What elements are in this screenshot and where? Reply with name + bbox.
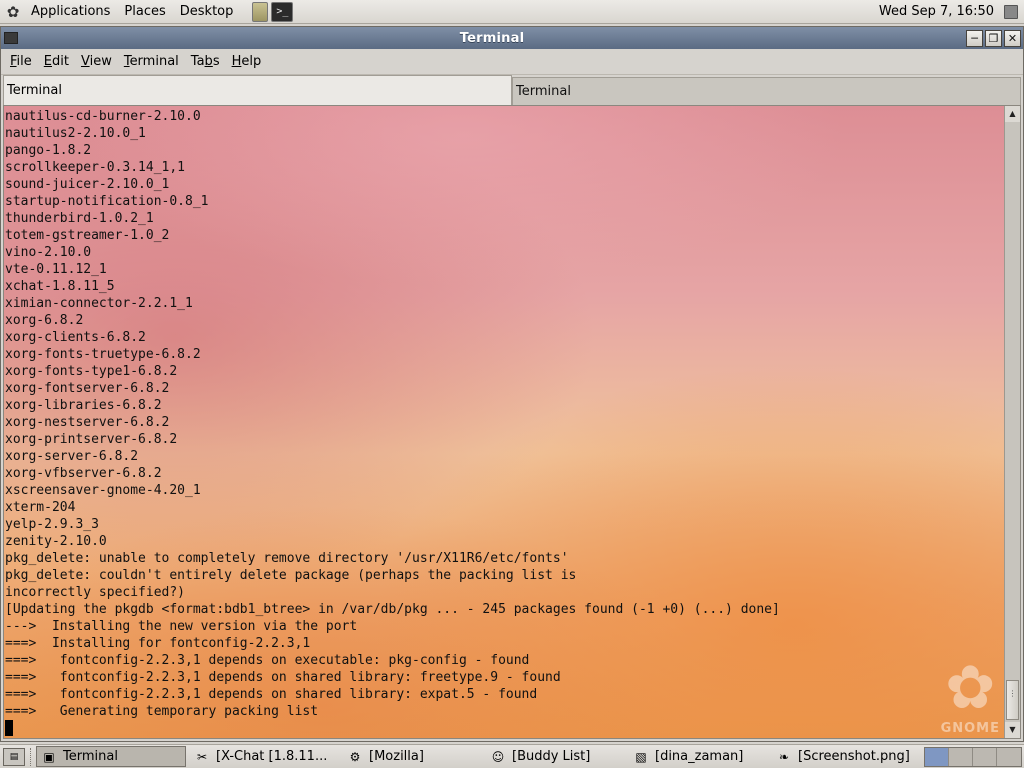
terminal-line: startup-notification-0.8_1 xyxy=(5,194,209,209)
terminal-line: vino-2.10.0 xyxy=(5,245,92,260)
taskbar-button-label: [Mozilla] xyxy=(369,749,424,764)
scroll-up-arrow-icon[interactable]: ▲ xyxy=(1005,106,1020,122)
tray-icon[interactable] xyxy=(1004,4,1018,19)
terminal-line: xorg-libraries-6.8.2 xyxy=(5,398,162,413)
terminal-line: xorg-clients-6.8.2 xyxy=(5,330,146,345)
notes-launcher-icon[interactable] xyxy=(252,1,269,22)
terminal-line: nautilus-cd-burner-2.10.0 xyxy=(5,109,201,124)
terminal-container: nautilus-cd-burner-2.10.0 nautilus2-2.10.… xyxy=(3,105,1021,739)
terminal-line: xorg-vfbserver-6.8.2 xyxy=(5,466,162,481)
terminal-line: xorg-nestserver-6.8.2 xyxy=(5,415,170,430)
terminal-output[interactable]: nautilus-cd-burner-2.10.0 nautilus2-2.10.… xyxy=(4,106,1004,738)
image-viewer-icon: ▧ xyxy=(635,749,647,764)
show-desktop-icon[interactable]: ▤ xyxy=(3,747,25,766)
taskbar-button-label: [Screenshot.png] xyxy=(798,749,910,764)
scroll-thumb[interactable]: ⋮ xyxy=(1006,680,1019,720)
window-title: Terminal xyxy=(459,30,525,46)
terminal-line: xorg-fonts-truetype-6.8.2 xyxy=(5,347,201,362)
terminal-line: xorg-fonts-type1-6.8.2 xyxy=(5,364,178,379)
taskbar-button-label: [Buddy List] xyxy=(512,749,591,764)
close-button[interactable]: ✕ xyxy=(1004,29,1021,47)
terminal-line: ===> fontconfig-2.2.3,1 depends on share… xyxy=(5,670,561,685)
taskbar-button-dina-zaman[interactable]: ▧ [dina_zaman] xyxy=(628,746,768,767)
terminal-prompt-line xyxy=(5,720,780,737)
terminal-line: thunderbird-1.0.2_1 xyxy=(5,211,154,226)
taskbar-button-label: [dina_zaman] xyxy=(655,749,744,764)
terminal-line: pkg_delete: unable to completely remove … xyxy=(5,551,569,566)
task-list: ▣ Terminal ✂ [X-Chat [1.8.11... ⚙ [Mozilla] ☺ [… xyxy=(36,746,914,767)
terminal-line: ximian-connector-2.2.1_1 xyxy=(5,296,193,311)
window-menu-icon[interactable] xyxy=(4,32,18,44)
taskbar-button-screenshot-png[interactable]: ❧ [Screenshot.png] xyxy=(771,746,911,767)
desktop-menu[interactable]: Desktop xyxy=(173,0,241,24)
terminal-line: ---> Installing the new version via the … xyxy=(5,619,358,634)
terminal-line: xorg-6.8.2 xyxy=(5,313,84,328)
terminal-cursor xyxy=(5,720,13,736)
terminal-line: ===> Generating temporary packing list xyxy=(5,704,319,719)
menu-view[interactable]: View xyxy=(75,54,118,69)
terminal-line: totem-gstreamer-1.0_2 xyxy=(5,228,170,243)
terminal-launcher-icon[interactable]: >_ xyxy=(271,1,294,22)
scroll-down-arrow-icon[interactable]: ▼ xyxy=(1005,722,1020,738)
taskbar-button-mozilla[interactable]: ⚙ [Mozilla] xyxy=(342,746,482,767)
menu-file[interactable]: File xyxy=(4,54,38,69)
terminal-line: xorg-printserver-6.8.2 xyxy=(5,432,178,447)
terminal-line: pkg_delete: couldn't entirely delete pac… xyxy=(5,568,577,583)
terminal-line: xterm-204 xyxy=(5,500,76,515)
places-menu[interactable]: Places xyxy=(117,0,172,24)
clock[interactable]: Wed Sep 7, 16:50 xyxy=(879,4,1004,19)
mozilla-icon: ⚙ xyxy=(349,749,361,764)
terminal-line: scrollkeeper-0.3.14_1,1 xyxy=(5,160,186,175)
workspace-switcher xyxy=(924,746,1022,767)
xchat-icon: ✂ xyxy=(196,749,208,764)
tab-bar: Terminal Terminal xyxy=(1,75,1023,105)
taskbar-button-label: Terminal xyxy=(63,749,118,764)
terminal-icon: ▣ xyxy=(43,749,55,764)
gnome-foot-icon[interactable]: ✿ xyxy=(2,3,24,21)
workspace-1[interactable] xyxy=(925,747,949,766)
menubar: File Edit View Terminal Tabs Help xyxy=(1,49,1023,75)
watermark-text: GNOME xyxy=(940,721,1000,736)
buddy-list-icon: ☺ xyxy=(491,749,505,764)
taskbar-button-label: [X-Chat [1.8.11... xyxy=(216,749,328,764)
menu-edit[interactable]: Edit xyxy=(38,54,75,69)
terminal-line: ===> fontconfig-2.2.3,1 depends on execu… xyxy=(5,653,530,668)
taskbar-button-terminal[interactable]: ▣ Terminal xyxy=(36,746,186,767)
terminal-line: yelp-2.9.3_3 xyxy=(5,517,99,532)
taskbar-button-x-chat-1-8-11[interactable]: ✂ [X-Chat [1.8.11... xyxy=(189,746,339,767)
terminal-line: incorrectly specified?) xyxy=(5,585,186,600)
workspace-2[interactable] xyxy=(949,747,973,766)
tab-terminal-2[interactable]: Terminal xyxy=(512,77,1021,105)
titlebar[interactable]: Terminal ─ ❐ ✕ xyxy=(1,27,1023,49)
terminal-line: xorg-fontserver-6.8.2 xyxy=(5,381,170,396)
gimp-icon: ❧ xyxy=(778,749,790,764)
bottom-panel: ▤ ▣ Terminal ✂ [X-Chat [1.8.11... ⚙ [Mozilla]… xyxy=(0,744,1024,768)
maximize-button[interactable]: ❐ xyxy=(985,29,1002,47)
menu-help[interactable]: Help xyxy=(226,54,268,69)
gnome-watermark-icon: ✿ GNOME xyxy=(940,653,1000,736)
minimize-button[interactable]: ─ xyxy=(966,29,983,47)
terminal-line: vte-0.11.12_1 xyxy=(5,262,107,277)
terminal-line: [Updating the pkgdb <format:bdb1_btree> … xyxy=(5,602,780,617)
terminal-line: sound-juicer-2.10.0_1 xyxy=(5,177,170,192)
terminal-line: xchat-1.8.11_5 xyxy=(5,279,115,294)
terminal-text: nautilus-cd-burner-2.10.0 nautilus2-2.10.… xyxy=(5,108,780,737)
terminal-line: ===> Installing for fontconfig-2.2.3,1 xyxy=(5,636,311,651)
terminal-line: nautilus2-2.10.0_1 xyxy=(5,126,146,141)
menu-terminal[interactable]: Terminal xyxy=(118,54,185,69)
taskbar-button-buddy-list[interactable]: ☺ [Buddy List] xyxy=(485,746,625,767)
top-panel: ✿ Applications Places Desktop >_ Wed Sep… xyxy=(0,0,1024,24)
terminal-line: ===> fontconfig-2.2.3,1 depends on share… xyxy=(5,687,538,702)
applications-menu[interactable]: Applications xyxy=(24,0,117,24)
terminal-window: Terminal ─ ❐ ✕ File Edit View Terminal T… xyxy=(0,26,1024,742)
terminal-line: pango-1.8.2 xyxy=(5,143,92,158)
terminal-line: zenity-2.10.0 xyxy=(5,534,107,549)
terminal-scrollbar[interactable]: ▲ ⋮ ▼ xyxy=(1004,106,1020,738)
workspace-4[interactable] xyxy=(997,747,1021,766)
tab-terminal-1[interactable]: Terminal xyxy=(3,75,512,105)
terminal-line: xorg-server-6.8.2 xyxy=(5,449,139,464)
terminal-line: xscreensaver-gnome-4.20_1 xyxy=(5,483,201,498)
workspace-3[interactable] xyxy=(973,747,997,766)
menu-tabs[interactable]: Tabs xyxy=(185,54,226,69)
